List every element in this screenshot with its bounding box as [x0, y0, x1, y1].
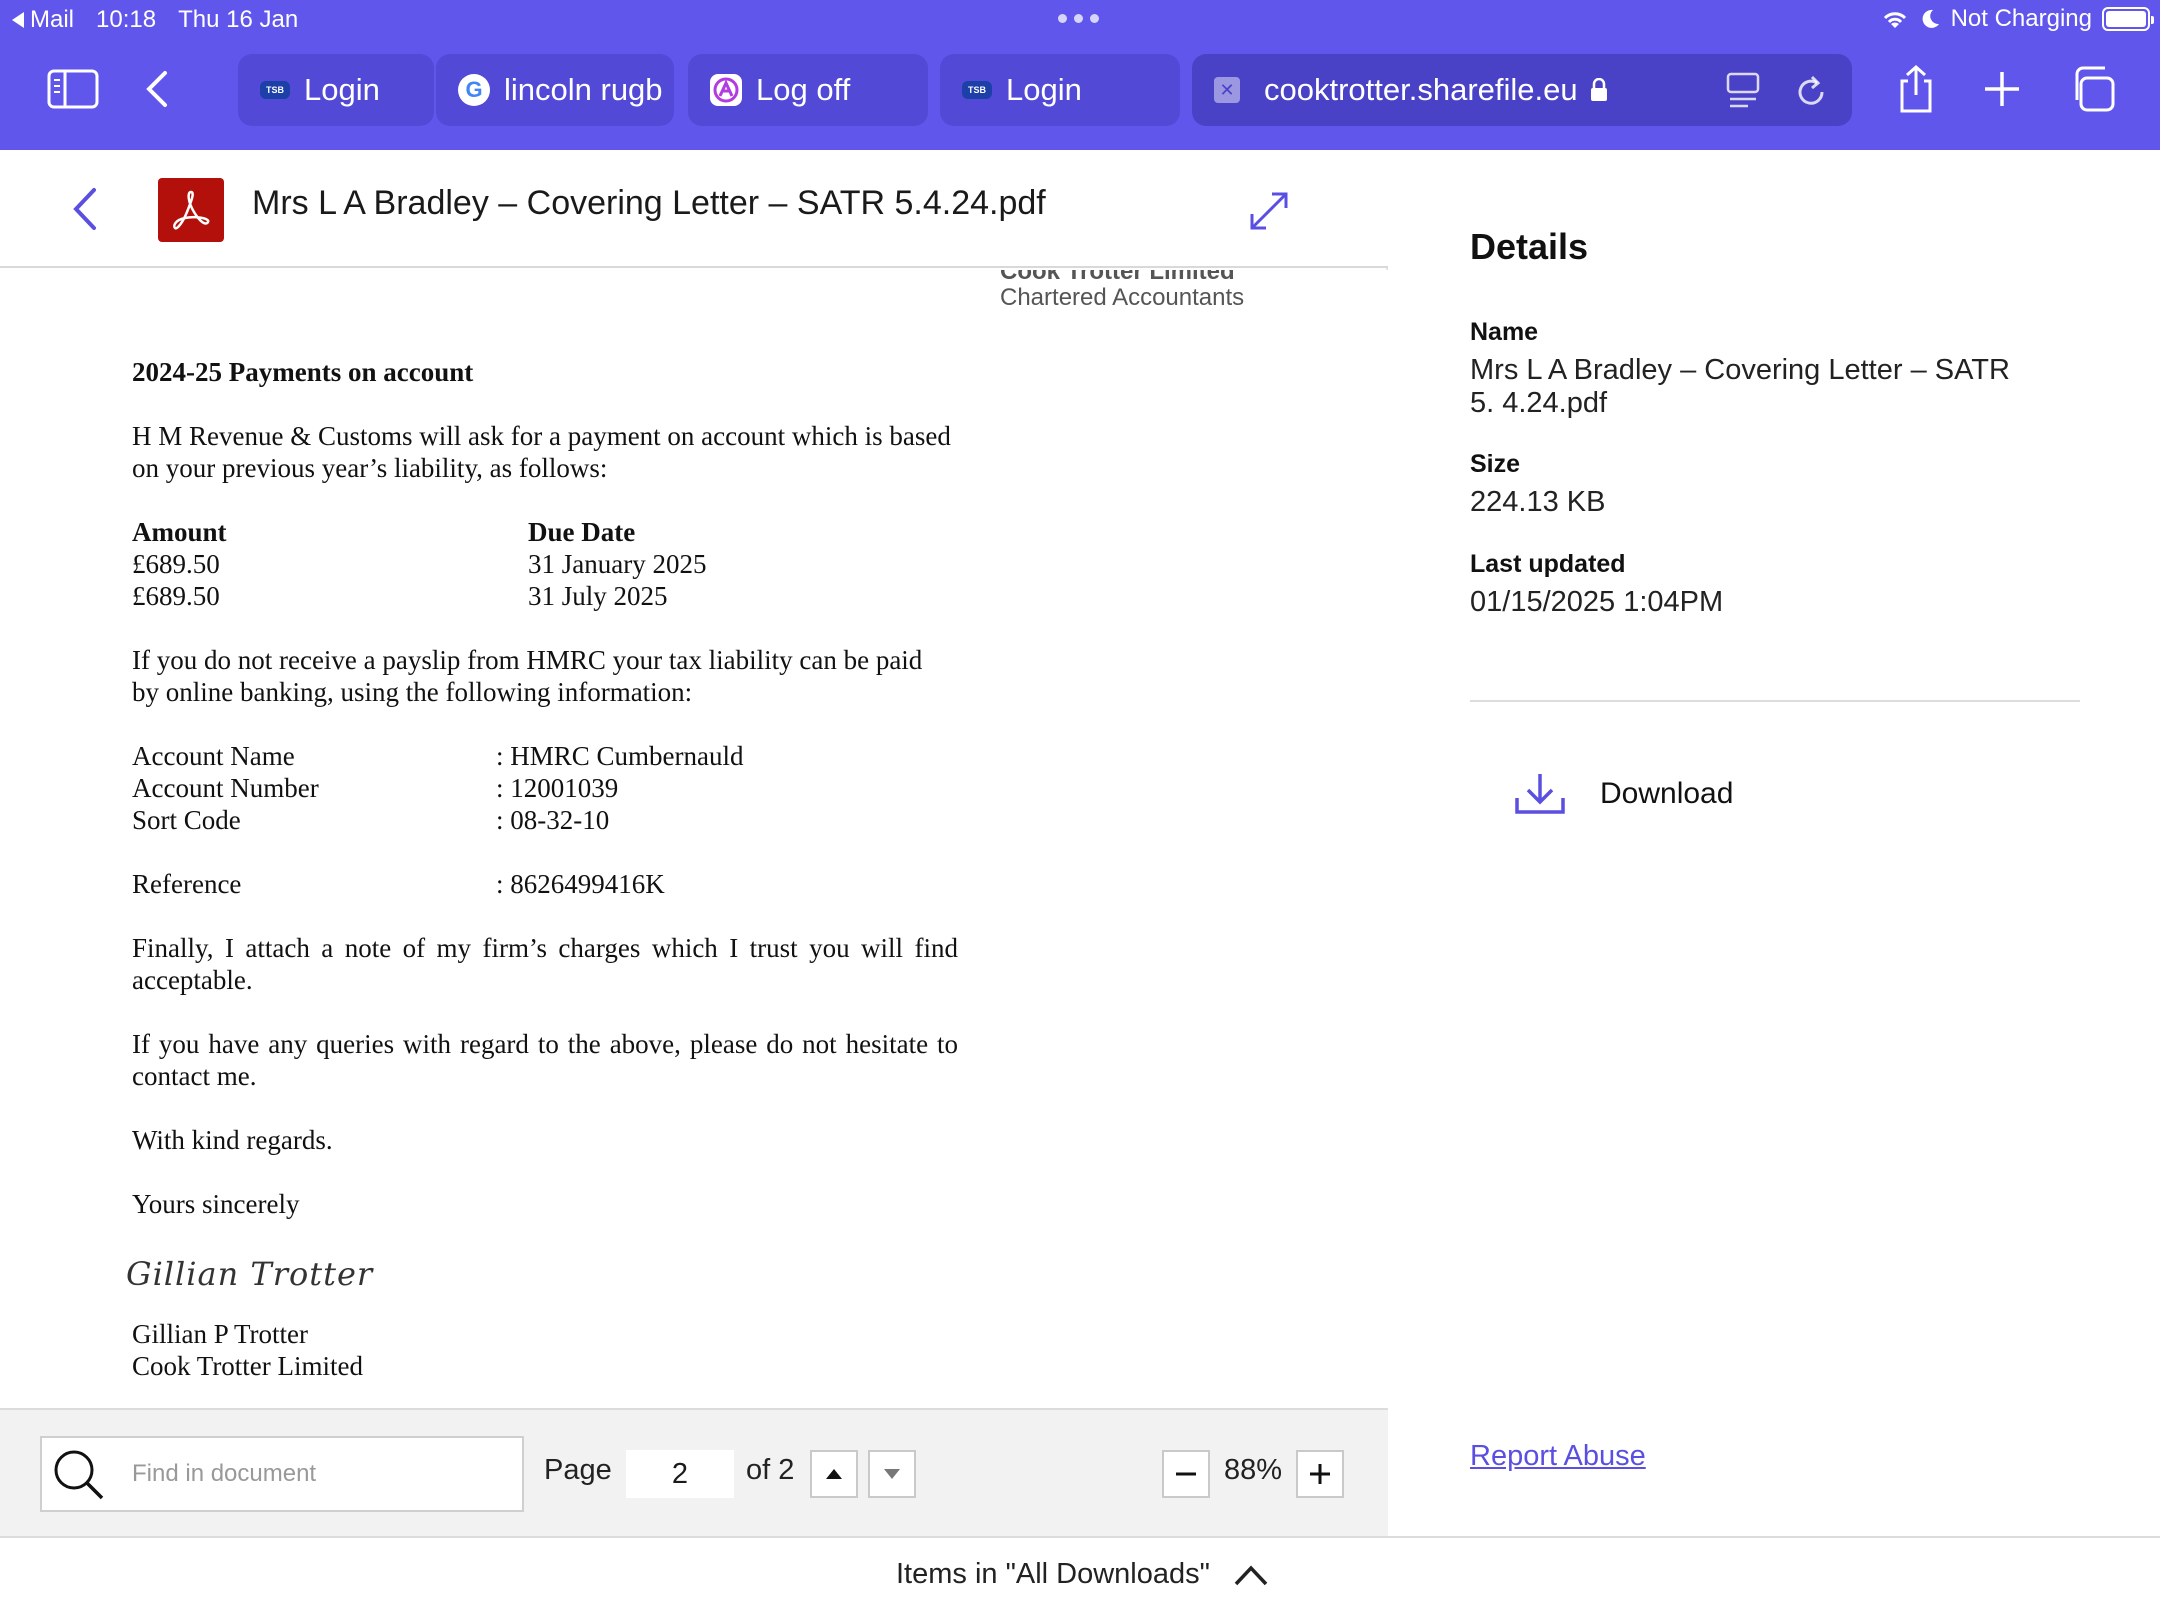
- document-header: Mrs L A Bradley – Covering Letter – SATR…: [0, 150, 1388, 268]
- size-label: Size: [1470, 450, 1521, 478]
- signature: Gillian Trotter: [126, 1255, 374, 1293]
- updated-label: Last updated: [1470, 550, 1626, 578]
- tsb-icon: TSB: [260, 81, 290, 99]
- back-to-app[interactable]: Mail: [12, 6, 74, 34]
- expand-icon[interactable]: [1248, 190, 1290, 237]
- reader-icon[interactable]: [1726, 72, 1760, 110]
- letterhead-subtitle: Chartered Accountants: [1000, 284, 1245, 311]
- table-row-due: 31 January 2025: [528, 549, 707, 579]
- document-title: Mrs L A Bradley – Covering Letter – SATR…: [252, 184, 1046, 222]
- plus-icon: [1310, 1464, 1330, 1484]
- search-icon: [54, 1450, 104, 1500]
- updated-value: 01/15/2025 1:04PM: [1470, 586, 1724, 618]
- address-bar[interactable]: ✕ cooktrotter.sharefile.eu: [1192, 54, 1852, 126]
- moon-icon: [1922, 9, 1939, 28]
- paragraph-3: Finally, I attach a note of my firm’s ch…: [132, 933, 958, 995]
- pdf-file-icon: [158, 178, 224, 242]
- size-value: 224.13 KB: [1470, 486, 1606, 518]
- next-page-button[interactable]: [868, 1450, 916, 1498]
- find-field[interactable]: [40, 1436, 524, 1512]
- find-toolbar: Page 2 of 2 88%: [0, 1408, 1388, 1536]
- bank-value: : 12001039: [496, 773, 619, 803]
- bank-value: : 08-32-10: [496, 805, 610, 835]
- paragraph-1: H M Revenue & Customs will ask for a pay…: [132, 421, 951, 483]
- downloads-bar[interactable]: Items in "All Downloads": [0, 1536, 2160, 1620]
- paragraph-2: If you do not receive a payslip from HMR…: [132, 645, 923, 707]
- find-input[interactable]: [132, 1456, 502, 1492]
- name-label: Name: [1470, 318, 1539, 346]
- report-abuse-link[interactable]: Report Abuse: [1470, 1440, 1646, 1473]
- download-icon: [1515, 774, 1565, 814]
- download-button[interactable]: Download: [1514, 772, 1733, 816]
- downloads-label: Items in "All Downloads": [896, 1558, 1210, 1590]
- pdf-page: Cook Trotter Limited Chartered Accountan…: [0, 270, 1388, 1408]
- reload-icon[interactable]: [1794, 72, 1828, 110]
- details-heading: Details: [1470, 226, 1589, 267]
- letter-heading: 2024-25 Payments on account: [132, 357, 474, 387]
- status-date: Thu 16 Jan: [178, 6, 299, 33]
- tab-overview-icon[interactable]: [2068, 60, 2116, 118]
- lock-icon: [1590, 78, 1607, 101]
- signatory-block: Gillian P Trotter Cook Trotter Limited: [132, 1319, 364, 1381]
- page-total: of 2: [746, 1454, 795, 1486]
- battery-icon: [2102, 7, 2154, 31]
- closing-regards: With kind regards.: [132, 1125, 333, 1155]
- name-value: Mrs L A Bradley – Covering Letter – SATR…: [1470, 354, 2010, 419]
- table-row-due: 31 July 2025: [528, 581, 668, 611]
- col-due-header: Due Date: [528, 517, 636, 547]
- new-tab-icon[interactable]: [1982, 60, 2022, 118]
- chevron-up-icon[interactable]: [1234, 1564, 1268, 1586]
- page-number-input[interactable]: 2: [626, 1450, 734, 1498]
- a-logo-icon: [710, 74, 742, 106]
- close-tab-icon[interactable]: ✕: [1214, 77, 1240, 103]
- zoom-level: 88%: [1224, 1454, 1283, 1486]
- sidebar-toggle-icon[interactable]: [44, 60, 102, 118]
- status-bar: Mail 10:18 Thu 16 Jan Not Charging: [0, 0, 2160, 40]
- tab-login-2[interactable]: TSB Login: [940, 54, 1180, 126]
- page-label: Page: [544, 1454, 612, 1486]
- tab-lincoln-rugby[interactable]: G lincoln rugb: [436, 54, 674, 126]
- google-icon: G: [458, 74, 490, 106]
- bank-details: Account Name Account Number Sort Code : …: [132, 740, 932, 840]
- address-url: cooktrotter.sharefile.eu: [1264, 72, 1578, 107]
- tab-login-1[interactable]: TSB Login: [238, 54, 434, 126]
- status-time: 10:18: [96, 6, 157, 33]
- reference-line: Reference : 8626499416K: [132, 869, 665, 899]
- tab-log-off[interactable]: Log off: [688, 54, 928, 126]
- zoom-in-button[interactable]: [1296, 1450, 1344, 1498]
- tsb-icon: TSB: [962, 81, 992, 99]
- multitasking-dots[interactable]: [1058, 14, 1099, 23]
- divider: [1470, 700, 2080, 702]
- prev-page-button[interactable]: [810, 1450, 858, 1498]
- back-triangle-icon: [12, 12, 24, 28]
- bank-value: : HMRC Cumbernauld: [496, 741, 744, 771]
- triangle-up-icon: [826, 1469, 842, 1479]
- zoom-out-button[interactable]: [1162, 1450, 1210, 1498]
- document-viewer: Mrs L A Bradley – Covering Letter – SATR…: [0, 150, 1388, 1536]
- browser-back-icon[interactable]: [136, 60, 176, 118]
- charging-status: Not Charging: [1950, 5, 2092, 32]
- payments-table: Amount £689.50 £689.50 Due Date 31 Janua…: [132, 516, 932, 616]
- back-chevron-icon[interactable]: [70, 186, 100, 237]
- browser-toolbar: Mail 10:18 Thu 16 Jan Not Charging TSB L…: [0, 0, 2160, 150]
- triangle-down-icon: [884, 1469, 900, 1479]
- closing-sincerely: Yours sincerely: [132, 1189, 300, 1219]
- paragraph-4: If you have any queries with regard to t…: [132, 1029, 958, 1091]
- wifi-icon: [1883, 12, 1906, 28]
- minus-icon: [1176, 1472, 1196, 1476]
- details-panel: Details Name Mrs L A Bradley – Covering …: [1390, 150, 2160, 1536]
- share-icon[interactable]: [1894, 60, 1938, 118]
